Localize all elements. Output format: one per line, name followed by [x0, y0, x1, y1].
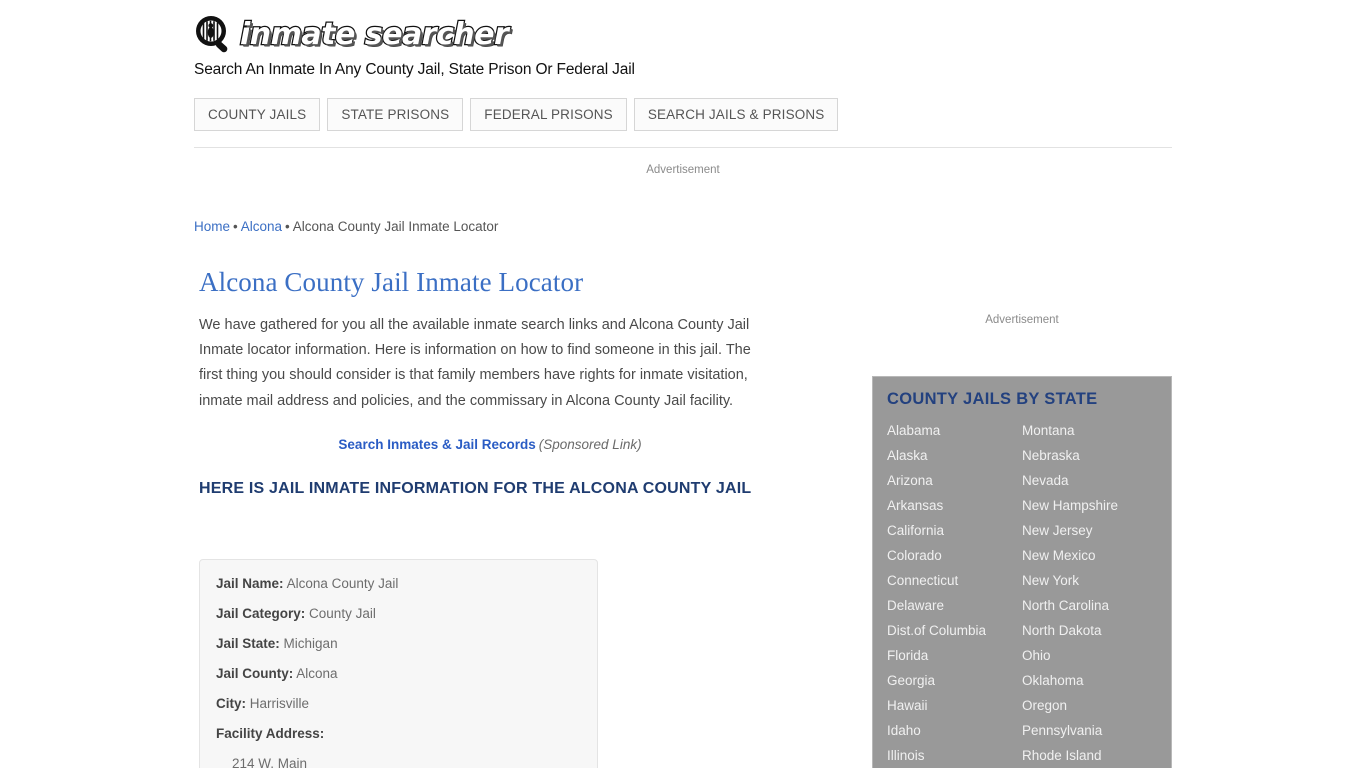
state-link-montana[interactable]: Montana: [1022, 418, 1157, 443]
nav-tab-federal-prisons[interactable]: FEDERAL PRISONS: [470, 98, 627, 131]
state-link-connecticut[interactable]: Connecticut: [887, 568, 1022, 593]
states-grid: Alabama Montana Alaska Nebraska Arizona …: [887, 418, 1157, 768]
jail-details-box: Jail Name: Alcona County Jail Jail Categ…: [199, 559, 598, 768]
breadcrumb-separator: •: [233, 219, 238, 234]
detail-value: Harrisville: [249, 696, 310, 711]
detail-value: County Jail: [309, 606, 376, 621]
site-tagline: Search An Inmate In Any County Jail, Sta…: [194, 61, 635, 78]
breadcrumb-link-alcona[interactable]: Alcona: [241, 219, 282, 234]
breadcrumb-current: Alcona County Jail Inmate Locator: [292, 219, 499, 234]
state-link-rhode-island[interactable]: Rhode Island: [1022, 743, 1157, 768]
county-jails-by-state-panel: COUNTY JAILS BY STATE Alabama Montana Al…: [872, 376, 1172, 768]
sponsored-link-note: (Sponsored Link): [538, 436, 642, 452]
detail-value: Michigan: [283, 636, 338, 651]
county-jails-by-state-title: COUNTY JAILS BY STATE: [887, 390, 1098, 408]
detail-label: Jail County:: [216, 666, 294, 681]
brand-row[interactable]: inmate searcher: [194, 12, 1172, 58]
page-root: inmate searcher Search An Inmate In Any …: [0, 0, 1366, 768]
brand-wordmark: inmate searcher: [239, 16, 510, 54]
state-link-arkansas[interactable]: Arkansas: [887, 493, 1022, 518]
detail-value: Alcona County Jail: [286, 576, 399, 591]
nav-tab-county-jails[interactable]: COUNTY JAILS: [194, 98, 321, 131]
search-inmates-jail-records-link[interactable]: Search Inmates & Jail Records: [338, 437, 535, 452]
state-link-illinois[interactable]: Illinois: [887, 743, 1022, 768]
section-heading: HERE IS JAIL INMATE INFORMATION FOR THE …: [199, 479, 752, 497]
detail-row: Jail Category: County Jail: [216, 604, 581, 624]
detail-label: Jail Name:: [216, 576, 284, 591]
state-link-oklahoma[interactable]: Oklahoma: [1022, 668, 1157, 693]
state-link-new-jersey[interactable]: New Jersey: [1022, 518, 1157, 543]
state-link-arizona[interactable]: Arizona: [887, 468, 1022, 493]
site-header: inmate searcher Search An Inmate In Any …: [194, 12, 1172, 79]
breadcrumb: Home • Alcona • Alcona County Jail Inmate Lo…: [194, 219, 498, 234]
intro-paragraph: We have gathered for you all the availab…: [199, 317, 751, 409]
nav-tab-state-prisons[interactable]: STATE PRISONS: [327, 98, 464, 131]
state-link-oregon[interactable]: Oregon: [1022, 693, 1157, 718]
detail-row: Jail Name: Alcona County Jail: [216, 574, 581, 594]
state-link-new-hampshire[interactable]: New Hampshire: [1022, 493, 1157, 518]
right-advertisement-label: Advertisement: [985, 314, 1059, 326]
state-link-north-carolina[interactable]: North Carolina: [1022, 593, 1157, 618]
top-advertisement-label: Advertisement: [646, 164, 720, 176]
detail-label: Jail State:: [216, 636, 280, 651]
state-link-colorado[interactable]: Colorado: [887, 543, 1022, 568]
state-link-north-dakota[interactable]: North Dakota: [1022, 618, 1157, 643]
detail-value: Alcona: [296, 666, 338, 681]
detail-row: Jail State: Michigan: [216, 634, 581, 654]
state-link-hawaii[interactable]: Hawaii: [887, 693, 1022, 718]
main-content: Alcona County Jail Inmate Locator We hav…: [199, 262, 799, 501]
state-link-ohio[interactable]: Ohio: [1022, 643, 1157, 668]
facility-address-line: 214 W. Main: [232, 756, 308, 768]
detail-row: Jail County: Alcona: [216, 664, 581, 684]
state-link-nebraska[interactable]: Nebraska: [1022, 443, 1157, 468]
state-link-new-mexico[interactable]: New Mexico: [1022, 543, 1157, 568]
detail-row: City: Harrisville: [216, 694, 581, 714]
sponsored-link-row: Search Inmates & Jail Records (Sponsored …: [199, 437, 799, 452]
breadcrumb-separator: •: [285, 219, 290, 234]
state-link-new-york[interactable]: New York: [1022, 568, 1157, 593]
state-link-delaware[interactable]: Delaware: [887, 593, 1022, 618]
state-link-idaho[interactable]: Idaho: [887, 718, 1022, 743]
state-link-california[interactable]: California: [887, 518, 1022, 543]
magnifier-prison-bars-icon: [192, 13, 236, 57]
nav-tab-search-jails-prisons[interactable]: SEARCH JAILS & PRISONS: [633, 98, 839, 131]
state-link-georgia[interactable]: Georgia: [887, 668, 1022, 693]
state-link-alabama[interactable]: Alabama: [887, 418, 1022, 443]
detail-row-facility-address: Facility Address:: [216, 724, 581, 744]
detail-label: Facility Address:: [216, 726, 325, 741]
state-link-pennsylvania[interactable]: Pennsylvania: [1022, 718, 1157, 743]
state-link-dist-of-columbia[interactable]: Dist.of Columbia: [887, 618, 1022, 643]
main-navigation: COUNTY JAILS STATE PRISONS FEDERAL PRISO…: [194, 98, 839, 131]
detail-label: City:: [216, 696, 246, 711]
page-title: Alcona County Jail Inmate Locator: [199, 267, 584, 297]
detail-label: Jail Category:: [216, 606, 306, 621]
header-divider: [194, 147, 1172, 148]
breadcrumb-link-home[interactable]: Home: [194, 219, 230, 234]
state-link-alaska[interactable]: Alaska: [887, 443, 1022, 468]
state-link-florida[interactable]: Florida: [887, 643, 1022, 668]
state-link-nevada[interactable]: Nevada: [1022, 468, 1157, 493]
